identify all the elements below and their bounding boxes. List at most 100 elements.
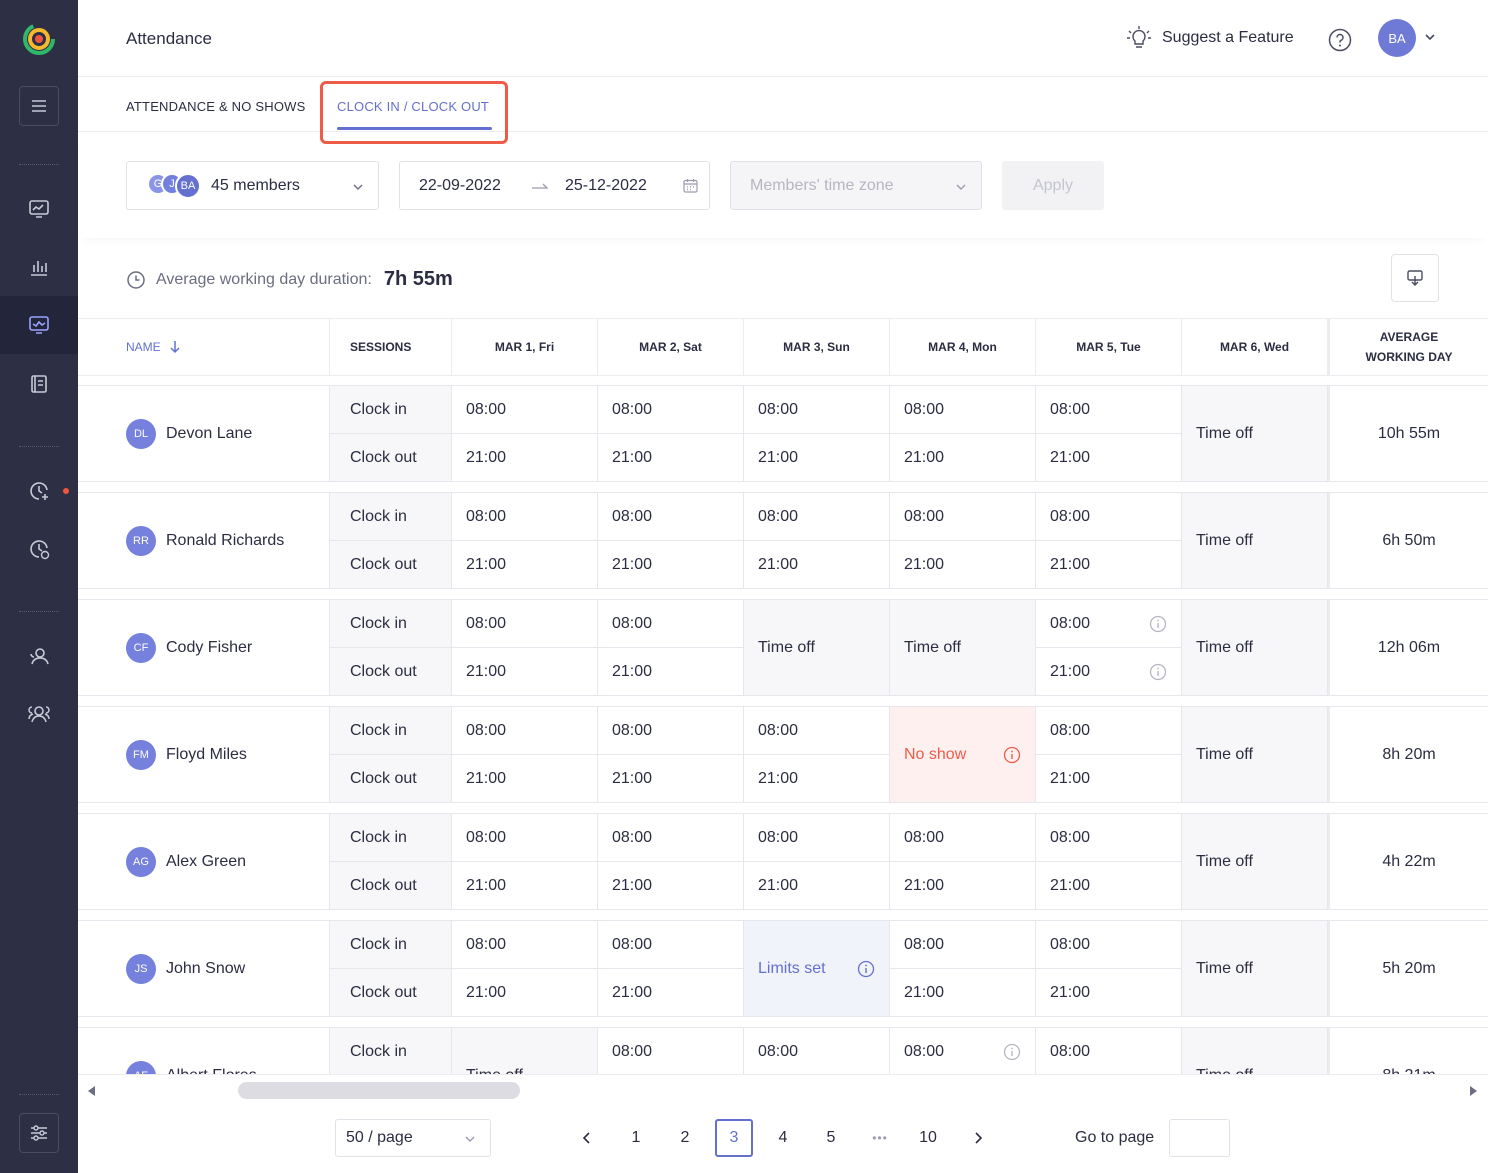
time-cell[interactable]: 08:00: [744, 1028, 890, 1074]
info-icon[interactable]: [1149, 615, 1167, 633]
page-size-select[interactable]: 50 / page: [335, 1119, 491, 1157]
members-select[interactable]: G J BA 45 members: [126, 161, 379, 210]
column-header[interactable]: NAME: [78, 319, 330, 376]
time-cell[interactable]: 08:00: [598, 386, 744, 434]
page-3-button[interactable]: 3: [715, 1119, 753, 1157]
time-off-cell[interactable]: Time off: [452, 1028, 598, 1074]
employee-name-group[interactable]: CF Cody Fisher: [126, 632, 252, 663]
sidebar-item-attendance[interactable]: [0, 296, 78, 354]
time-cell[interactable]: 08:00: [452, 707, 598, 755]
time-cell[interactable]: 08:00: [1036, 921, 1182, 969]
page-ellipsis[interactable]: •••: [861, 1119, 899, 1157]
info-icon[interactable]: [1149, 663, 1167, 681]
time-cell[interactable]: 08:00: [1036, 814, 1182, 862]
time-cell[interactable]: 21:00: [452, 755, 598, 803]
menu-toggle-button[interactable]: [19, 86, 59, 126]
sidebar-item-reports[interactable]: [0, 238, 78, 296]
time-cell[interactable]: 08:00: [598, 707, 744, 755]
time-cell[interactable]: 08:00: [744, 493, 890, 541]
sidebar-item-timesheets[interactable]: [0, 355, 78, 413]
time-off-cell[interactable]: Time off: [1182, 921, 1328, 1017]
time-cell[interactable]: 21:00: [890, 434, 1036, 482]
limits-set-cell[interactable]: Limits set: [744, 921, 890, 1017]
time-cell[interactable]: 08:00: [890, 1028, 1036, 1074]
time-cell[interactable]: 21:00: [1036, 648, 1182, 696]
time-cell[interactable]: 08:00: [890, 921, 1036, 969]
employee-name-group[interactable]: DL Devon Lane: [126, 418, 252, 449]
timezone-select[interactable]: Members' time zone: [730, 161, 982, 210]
time-cell[interactable]: 08:00: [598, 1028, 744, 1074]
time-off-cell[interactable]: Time off: [890, 600, 1036, 696]
no-show-cell[interactable]: No show: [890, 707, 1036, 803]
employee-name-group[interactable]: JS John Snow: [126, 953, 245, 984]
time-cell[interactable]: 08:00: [598, 600, 744, 648]
sort-down-icon[interactable]: [169, 340, 181, 354]
prev-page-button[interactable]: [568, 1119, 606, 1157]
time-cell[interactable]: 08:00: [890, 814, 1036, 862]
time-cell[interactable]: 21:00: [1036, 862, 1182, 910]
time-cell[interactable]: 08:00: [452, 600, 598, 648]
date-from-input[interactable]: 22-09-2022: [419, 177, 501, 195]
time-off-cell[interactable]: Time off: [744, 600, 890, 696]
time-cell[interactable]: 21:00: [1036, 434, 1182, 482]
app-logo[interactable]: [22, 18, 56, 60]
time-cell[interactable]: 21:00: [452, 862, 598, 910]
date-range-picker[interactable]: 22-09-2022 25-12-2022: [399, 161, 710, 210]
time-cell[interactable]: 08:00: [1036, 1028, 1182, 1074]
time-off-cell[interactable]: Time off: [1182, 707, 1328, 803]
sidebar-item-teams[interactable]: [0, 685, 78, 743]
sidebar-item-dashboard[interactable]: [0, 180, 78, 238]
time-cell[interactable]: 21:00: [598, 862, 744, 910]
page-10-button[interactable]: 10: [909, 1119, 947, 1157]
time-off-cell[interactable]: Time off: [1182, 814, 1328, 910]
page-1-button[interactable]: 1: [617, 1119, 655, 1157]
scroll-left-icon[interactable]: [88, 1086, 96, 1096]
time-cell[interactable]: 08:00: [598, 493, 744, 541]
time-cell[interactable]: 08:00: [452, 386, 598, 434]
time-cell[interactable]: 08:00: [598, 921, 744, 969]
time-cell[interactable]: 08:00: [452, 493, 598, 541]
time-cell[interactable]: 08:00: [598, 814, 744, 862]
goto-page-input[interactable]: [1169, 1119, 1230, 1157]
time-off-cell[interactable]: Time off: [1182, 1028, 1328, 1074]
horizontal-scrollbar[interactable]: [78, 1074, 1488, 1105]
time-cell[interactable]: 21:00: [744, 862, 890, 910]
employee-name-group[interactable]: FM Floyd Miles: [126, 739, 247, 770]
scrollbar-thumb[interactable]: [238, 1082, 520, 1099]
user-avatar[interactable]: BA: [1378, 19, 1416, 57]
next-page-button[interactable]: [959, 1119, 997, 1157]
time-cell[interactable]: 21:00: [598, 648, 744, 696]
time-cell[interactable]: 08:00: [744, 386, 890, 434]
info-icon[interactable]: [857, 960, 875, 978]
time-cell[interactable]: 21:00: [890, 969, 1036, 1017]
chevron-down-icon[interactable]: [1424, 31, 1436, 43]
time-cell[interactable]: 08:00: [890, 386, 1036, 434]
time-cell[interactable]: 21:00: [744, 434, 890, 482]
page-5-button[interactable]: 5: [812, 1119, 850, 1157]
time-cell[interactable]: 21:00: [598, 755, 744, 803]
suggest-feature-button[interactable]: Suggest a Feature: [1126, 25, 1294, 51]
time-cell[interactable]: 21:00: [744, 541, 890, 589]
time-cell[interactable]: 21:00: [452, 541, 598, 589]
time-off-cell[interactable]: Time off: [1182, 493, 1328, 589]
tab-attendance-no-shows[interactable]: ATTENDANCE & NO SHOWS: [126, 99, 305, 114]
employee-name-group[interactable]: AG Alex Green: [126, 846, 246, 877]
employee-name-group[interactable]: RR Ronald Richards: [126, 525, 284, 556]
time-cell[interactable]: 08:00: [744, 707, 890, 755]
time-cell[interactable]: 21:00: [452, 969, 598, 1017]
time-cell[interactable]: 21:00: [598, 541, 744, 589]
time-cell[interactable]: 21:00: [1036, 969, 1182, 1017]
time-cell[interactable]: 08:00: [744, 814, 890, 862]
time-cell[interactable]: 08:00: [1036, 386, 1182, 434]
employee-name-group[interactable]: AF Albert Flores: [126, 1060, 257, 1074]
time-off-cell[interactable]: Time off: [1182, 600, 1328, 696]
apply-button[interactable]: Apply: [1002, 161, 1104, 210]
time-cell[interactable]: 21:00: [598, 969, 744, 1017]
time-cell[interactable]: 21:00: [1036, 541, 1182, 589]
info-icon[interactable]: [1003, 1043, 1021, 1061]
time-cell[interactable]: 21:00: [452, 648, 598, 696]
sidebar-item-people[interactable]: [0, 627, 78, 685]
time-cell[interactable]: 21:00: [890, 862, 1036, 910]
time-cell[interactable]: 21:00: [1036, 755, 1182, 803]
help-icon[interactable]: [1328, 28, 1352, 52]
